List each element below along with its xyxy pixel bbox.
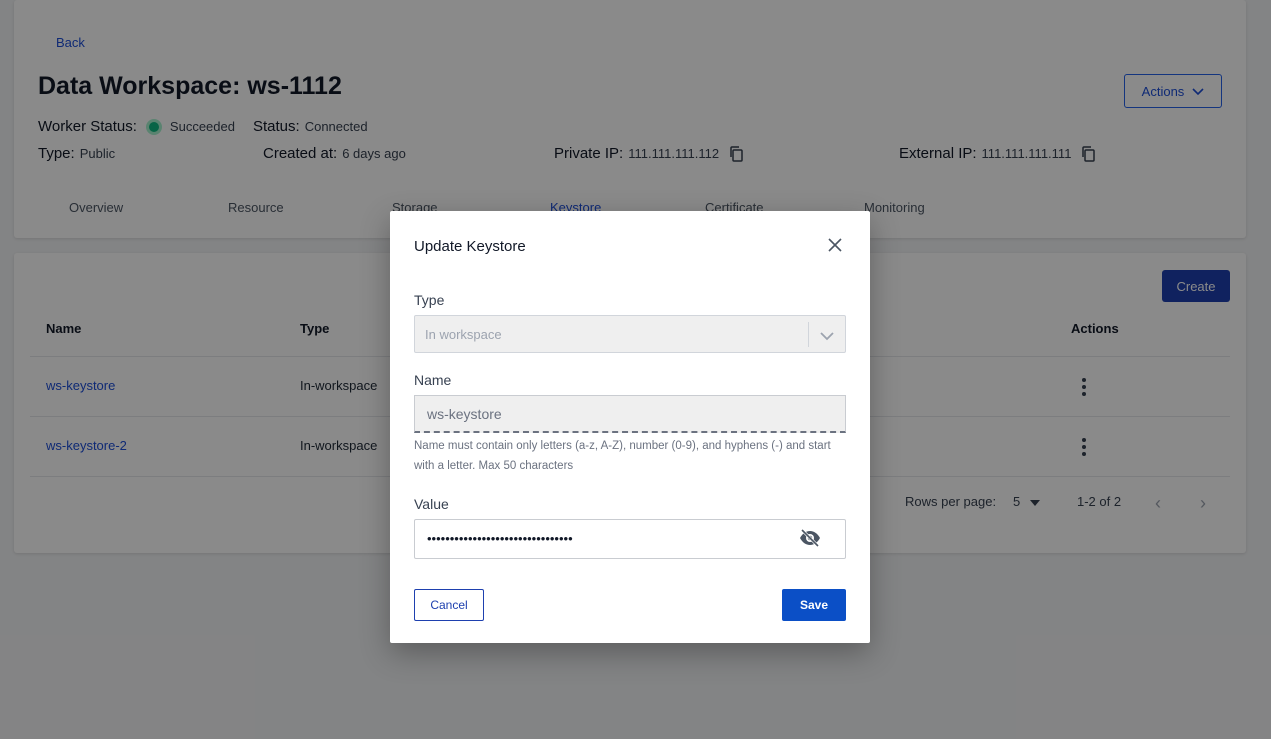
chevron-down-icon — [820, 328, 834, 346]
value-masked-text: •••••••••••••••••••••••••••••••• — [427, 531, 573, 546]
value-field-label: Value — [414, 496, 449, 512]
update-keystore-dialog: Update Keystore Type In workspace Name N… — [390, 211, 870, 643]
close-icon[interactable] — [826, 237, 844, 255]
dialog-title: Update Keystore — [414, 238, 526, 255]
cancel-button[interactable]: Cancel — [414, 589, 484, 621]
type-field-label: Type — [414, 292, 445, 308]
select-divider — [808, 322, 809, 347]
type-select: In workspace — [414, 315, 846, 353]
name-input[interactable] — [414, 395, 846, 433]
name-field-label: Name — [414, 372, 452, 388]
save-button[interactable]: Save — [782, 589, 846, 621]
value-password-field[interactable]: •••••••••••••••••••••••••••••••• — [414, 519, 846, 559]
eye-off-icon[interactable] — [798, 528, 822, 549]
name-helper-text: Name must contain only letters (a-z, A-Z… — [414, 440, 831, 472]
type-select-value: In workspace — [425, 327, 502, 342]
